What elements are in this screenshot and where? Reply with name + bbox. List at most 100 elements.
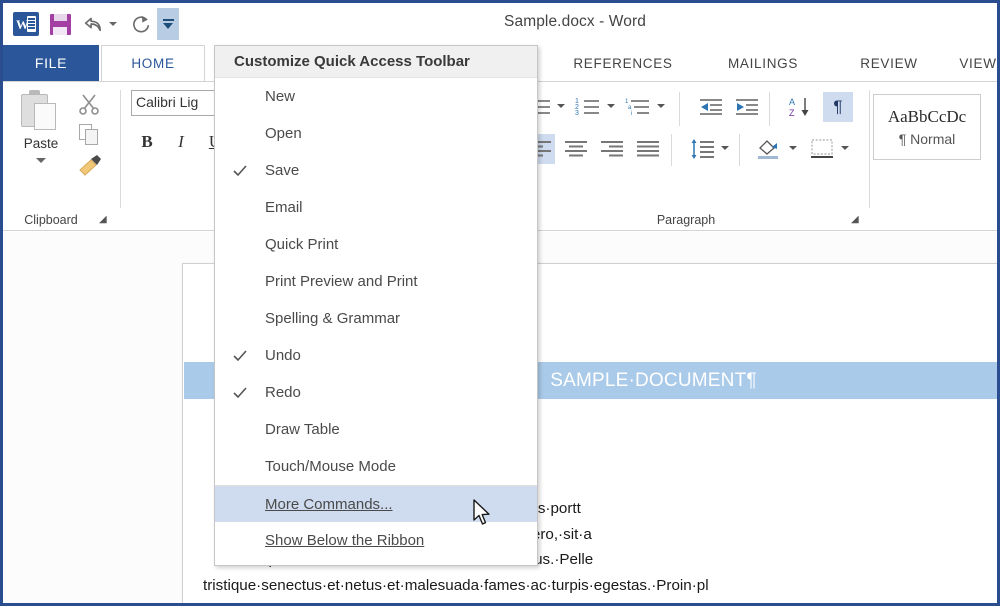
paste-page-icon	[34, 103, 56, 130]
menu-item-touch-mouse-mode[interactable]: Touch/Mouse Mode	[215, 448, 537, 485]
menu-item-label: Spelling & Grammar	[265, 310, 401, 327]
menu-item-label: Redo	[265, 384, 301, 401]
clipboard-group-label: Clipboard	[24, 213, 78, 227]
align-center-icon	[565, 141, 587, 157]
pilcrow-icon: ¶	[833, 97, 843, 116]
line-spacing-dropdown-caret[interactable]	[721, 146, 729, 150]
line-spacing-button[interactable]	[687, 134, 717, 164]
align-right-button[interactable]	[597, 134, 627, 164]
font-name-input[interactable]: Calibri Lig	[131, 90, 227, 116]
increase-indent-button[interactable]	[733, 92, 763, 122]
clipboard-dialog-launcher[interactable]: ◢	[99, 214, 110, 225]
tab-home[interactable]: HOME	[101, 45, 205, 81]
justify-icon	[637, 141, 659, 157]
menu-item-label: Save	[265, 162, 300, 179]
copy-icon[interactable]	[79, 124, 101, 146]
menu-item-label: Open	[265, 125, 302, 142]
paragraph-divider-2	[769, 92, 770, 126]
tab-file[interactable]: FILE	[3, 45, 99, 81]
tab-review[interactable]: REVIEW	[841, 45, 937, 81]
paragraph-divider-3	[671, 134, 672, 166]
group-divider-2	[869, 90, 870, 208]
sort-icon: A Z	[789, 97, 809, 118]
menu-item-spelling-and-grammar[interactable]: Spelling & Grammar	[215, 300, 537, 337]
align-center-button[interactable]	[561, 134, 591, 164]
format-painter-icon[interactable]	[77, 154, 103, 176]
borders-dropdown-caret[interactable]	[841, 146, 849, 150]
multilevel-list-icon: 1 a i	[625, 99, 649, 117]
numbering-icon: 1 2 3	[575, 98, 599, 117]
menu-item-more-commands[interactable]: More Commands...	[215, 485, 537, 522]
paragraph-group-label: Paragraph	[656, 213, 716, 227]
title-bar: W Sample.docx - Word	[3, 3, 997, 45]
style-name-label: ¶ Normal	[898, 131, 956, 147]
menu-item-redo[interactable]: Redo	[215, 374, 537, 411]
menu-header: Customize Quick Access Toolbar	[215, 46, 537, 78]
checkmark-icon	[233, 349, 247, 361]
word-application-window: W Sample.docx - Word FILE HOME REFERENCE…	[0, 0, 1000, 606]
menu-item-new[interactable]: New	[215, 78, 537, 115]
numbering-button[interactable]: 1 2 3	[573, 92, 603, 122]
document-line: tristique·senectus·et·netus·et·malesuada…	[203, 576, 709, 594]
window-title: Sample.docx - Word	[504, 13, 646, 30]
menu-item-show-below-the-ribbon[interactable]: Show Below the Ribbon	[215, 522, 537, 559]
paste-dropdown-caret[interactable]	[36, 158, 46, 163]
svg-text:A: A	[789, 97, 795, 107]
style-preview-text: AaBbCcDc	[887, 107, 967, 126]
tab-references[interactable]: REFERENCES	[553, 45, 693, 81]
checkmark-icon	[233, 164, 247, 176]
menu-item-label: New	[265, 88, 296, 105]
cut-icon[interactable]	[77, 92, 101, 116]
menu-item-label: Show Below the Ribbon	[265, 532, 425, 549]
multilevel-list-button[interactable]: 1 a i	[623, 92, 653, 122]
shading-icon	[758, 140, 778, 159]
menu-item-email[interactable]: Email	[215, 189, 537, 226]
menu-item-label: Undo	[265, 347, 301, 364]
ribbon-group-clipboard: Paste Clipboard ◢	[3, 82, 121, 230]
menu-item-undo[interactable]: Undo	[215, 337, 537, 374]
svg-text:i: i	[631, 111, 632, 117]
menu-item-label: More Commands...	[265, 495, 393, 513]
menu-item-label: Draw Table	[265, 421, 340, 438]
decrease-indent-button[interactable]	[697, 92, 727, 122]
style-normal-card[interactable]: AaBbCcDc ¶ Normal	[873, 94, 981, 160]
menu-item-quick-print[interactable]: Quick Print	[215, 226, 537, 263]
tab-view[interactable]: VIEW	[943, 45, 997, 81]
bold-button[interactable]: B	[133, 128, 161, 156]
customize-quick-access-toolbar-menu: Customize Quick Access Toolbar New Open …	[214, 45, 538, 566]
paragraph-dialog-launcher[interactable]: ◢	[851, 214, 862, 225]
ribbon-group-paragraph: 1 2 3 1 a i A Z ¶ Paragraph ◢	[511, 82, 871, 230]
decrease-indent-icon	[700, 99, 722, 115]
checkmark-icon	[233, 386, 247, 398]
menu-item-draw-table[interactable]: Draw Table	[215, 411, 537, 448]
line-spacing-icon	[691, 139, 714, 159]
shading-dropdown-caret[interactable]	[789, 146, 797, 150]
tab-mailings[interactable]: MAILINGS	[703, 45, 823, 81]
paste-label: Paste	[23, 136, 59, 151]
menu-item-label: Email	[265, 199, 303, 216]
borders-icon	[811, 139, 833, 158]
menu-item-open[interactable]: Open	[215, 115, 537, 152]
document-line: et·orci.·Aenean·nec·lorem.·In·porttitor.…	[193, 598, 997, 603]
italic-button[interactable]: I	[167, 128, 195, 156]
sort-button[interactable]: A Z	[785, 92, 815, 122]
svg-text:Z: Z	[789, 108, 795, 118]
menu-item-save[interactable]: Save	[215, 152, 537, 189]
show-formatting-marks-button[interactable]: ¶	[823, 92, 853, 122]
align-right-icon	[601, 141, 623, 157]
copy-page-front	[85, 129, 98, 145]
bullets-dropdown-caret[interactable]	[557, 104, 565, 108]
menu-item-print-preview-and-print[interactable]: Print Preview and Print	[215, 263, 537, 300]
multilevel-dropdown-caret[interactable]	[657, 104, 665, 108]
borders-button[interactable]	[807, 134, 837, 164]
paste-button[interactable]	[21, 90, 61, 134]
shading-button[interactable]	[753, 134, 783, 164]
menu-item-label: Touch/Mouse Mode	[265, 458, 396, 475]
menu-item-label: Print Preview and Print	[265, 273, 418, 290]
numbering-dropdown-caret[interactable]	[607, 104, 615, 108]
increase-indent-icon	[736, 99, 758, 115]
ribbon-group-styles: AaBbCcDc ¶ Normal	[871, 82, 997, 230]
menu-item-label: Quick Print	[265, 236, 339, 253]
paragraph-divider-1	[679, 92, 680, 126]
justify-button[interactable]	[633, 134, 663, 164]
